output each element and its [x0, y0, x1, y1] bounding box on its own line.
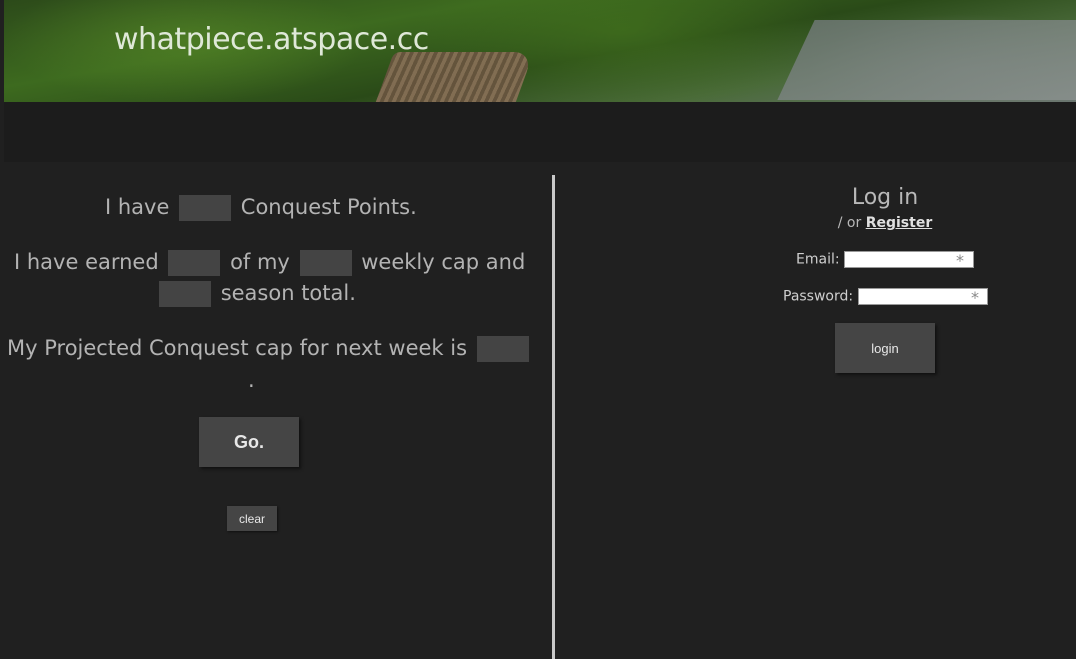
nav-bar [4, 102, 1076, 162]
login-title: Log in [851, 185, 919, 210]
password-required-icon: * [971, 288, 979, 307]
season-total-line: season total. [156, 281, 356, 307]
email-required-icon: * [956, 251, 964, 270]
register-link[interactable]: Register [866, 215, 933, 231]
projected-cap-period: . [248, 368, 255, 392]
email-field[interactable] [844, 251, 975, 268]
projected-cap-line: My Projected Conquest cap for next week … [7, 336, 532, 362]
site-title[interactable]: whatpiece.atspace.cc [114, 22, 429, 57]
current-points-line: I have Conquest Points. [105, 195, 417, 221]
season-total-input[interactable] [159, 281, 211, 307]
clear-button[interactable]: clear [227, 506, 277, 531]
login-button[interactable]: login [835, 323, 935, 373]
password-field[interactable] [857, 288, 988, 305]
email-row: Email: [796, 251, 975, 268]
password-row: Password: [783, 288, 988, 305]
password-label: Password: [783, 288, 854, 305]
banner-hut-image [373, 52, 535, 102]
banner-river-image [777, 20, 1076, 100]
earned-input[interactable] [168, 250, 221, 276]
projected-cap-output [476, 336, 529, 362]
register-prompt: / or Register [837, 215, 933, 231]
column-divider [552, 175, 555, 659]
earned-line: I have earned of my weekly cap and [14, 250, 526, 276]
weekly-cap-input[interactable] [299, 250, 352, 276]
current-points-input[interactable] [179, 195, 232, 221]
go-button[interactable]: Go. [199, 417, 299, 467]
email-label: Email: [796, 251, 840, 268]
